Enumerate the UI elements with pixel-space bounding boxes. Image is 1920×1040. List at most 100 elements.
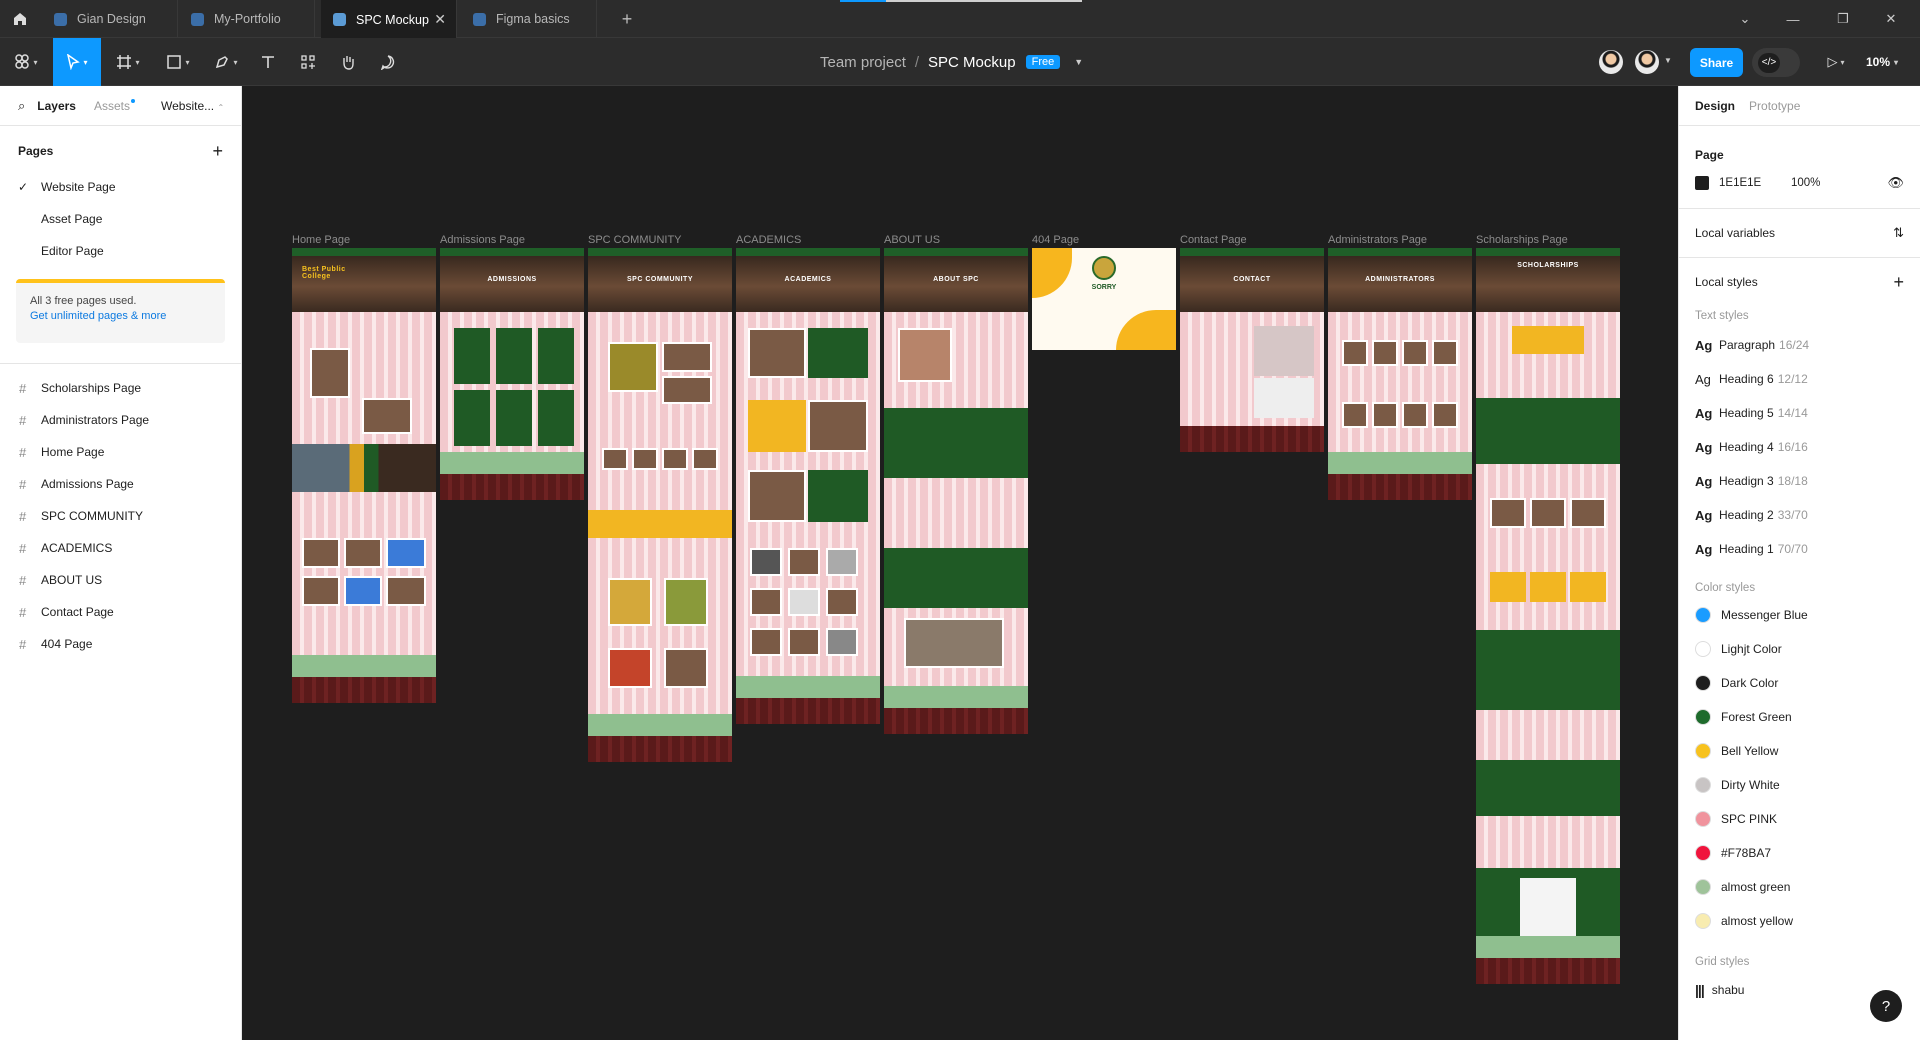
color-style-item[interactable]: Dark Color [1695,666,1904,700]
layer-admissions-page[interactable]: # Admissions Page [0,468,241,500]
frame-spc-community[interactable]: SPC COMMUNITY [588,248,732,762]
frame-administrators-page[interactable]: ADMINISTRATORS [1328,248,1472,500]
fill-hex[interactable]: 1E1E1E [1719,177,1791,189]
color-style-item[interactable]: Bell Yellow [1695,734,1904,768]
page-item-editor-page[interactable]: Editor Page [0,235,241,267]
layer-scholarships-page[interactable]: # Scholarships Page [0,372,241,404]
page-fill-row[interactable]: 1E1E1E 100% 👁 [1695,175,1904,191]
text-style-heading-6[interactable]: Ag Heading 6 12/12 [1695,362,1904,396]
file-name[interactable]: SPC Mockup [928,54,1016,71]
add-page-icon[interactable]: + [212,141,223,162]
text-style-preview: Ag [1695,541,1713,557]
color-style-item[interactable]: SPC PINK [1695,802,1904,836]
color-style-item[interactable]: almost yellow [1695,904,1904,938]
portrait-image [1432,402,1458,428]
frame-label-admissions-page[interactable]: Admissions Page [440,234,525,246]
color-style-item[interactable]: Forest Green [1695,700,1904,734]
tab-assets[interactable]: Assets [94,98,135,113]
share-button[interactable]: Share [1690,48,1743,77]
hand-tool-icon[interactable] [332,38,364,86]
color-style-item[interactable]: Messenger Blue [1695,598,1904,632]
tab-layers[interactable]: Layers [37,99,76,113]
frame-label-home-page[interactable]: Home Page [292,234,350,246]
avatar[interactable] [1599,50,1623,74]
frame-label-about-us[interactable]: ABOUT US [884,234,940,246]
frame-contact-page[interactable]: CONTACT [1180,248,1324,452]
close-icon[interactable]: ✕ [434,11,446,28]
comment-tool-icon[interactable] [372,38,404,86]
text-style-paragraph[interactable]: Ag Paragraph 16/24 [1695,328,1904,362]
search-icon[interactable]: ⌕ [18,98,25,114]
text-style-heading-4[interactable]: Ag Heading 4 16/16 [1695,430,1904,464]
canvas[interactable]: Home Page Best Public College Admissions… [242,86,1678,1040]
eye-icon[interactable]: 👁 [1887,175,1904,191]
page-item-asset-page[interactable]: Asset Page [0,203,241,235]
main-menu-icon[interactable]: ▾ [8,38,44,86]
zoom-level[interactable]: 10% ▾ [1866,38,1898,86]
upsell-link[interactable]: Get unlimited pages & more [30,310,211,322]
frame-academics[interactable]: ACADEMICS [736,248,880,724]
frame-admissions-page[interactable]: ADMISSIONS [440,248,584,500]
text-style-heading-3[interactable]: Ag Headign 3 18/18 [1695,464,1904,498]
sliders-icon[interactable]: ⇅ [1893,225,1904,241]
text-style-heading-5[interactable]: Ag Heading 5 14/14 [1695,396,1904,430]
frame-label-spc-community[interactable]: SPC COMMUNITY [588,234,682,246]
tab-my-portfolio[interactable]: My-Portfolio [179,0,315,38]
fill-swatch[interactable] [1695,176,1709,190]
window-close-icon[interactable]: ✕ [1868,0,1914,38]
color-style-name: almost green [1721,880,1791,894]
color-style-item[interactable]: Dirty White [1695,768,1904,802]
text-style-heading-2[interactable]: Ag Heading 2 33/70 [1695,498,1904,532]
dev-mode-toggle[interactable]: </> [1752,48,1800,77]
components-icon[interactable] [292,38,324,86]
text-style-heading-1[interactable]: Ag Heading 1 70/70 [1695,532,1904,566]
help-button[interactable]: ? [1870,990,1902,1022]
project-name[interactable]: Team project [820,54,906,71]
new-tab-plus-icon[interactable]: + [612,0,642,38]
text-tool-icon[interactable] [252,38,284,86]
frame-404-page[interactable]: SORRY [1032,248,1176,350]
frame-label-contact-page[interactable]: Contact Page [1180,234,1247,246]
present-play-icon[interactable]: ▷ ▾ [1818,38,1854,86]
move-tool-icon[interactable]: ▾ [53,38,101,86]
tab-design[interactable]: Design [1695,99,1735,113]
fill-opacity[interactable]: 100% [1791,177,1820,189]
tab-spc-mockup[interactable]: SPC Mockup ✕ [321,0,457,39]
tab-prototype[interactable]: Prototype [1749,99,1800,113]
page-item-website-page[interactable]: ✓ Website Page [0,171,241,203]
color-style-item[interactable]: almost green [1695,870,1904,904]
local-variables-row[interactable]: Local variables ⇅ [1679,209,1920,257]
chevron-down-icon[interactable]: ▼ [1664,56,1672,65]
pen-tool-icon[interactable]: ▾ [206,38,246,86]
page-selector[interactable]: Website... ⌃ [161,99,224,113]
restore-icon[interactable]: ❐ [1820,0,1866,38]
layer-administrators-page[interactable]: # Administrators Page [0,404,241,436]
color-style-item[interactable]: Lighjt Color [1695,632,1904,666]
layer-contact-page[interactable]: # Contact Page [0,596,241,628]
layer-404-page[interactable]: #404 Page [0,628,241,660]
frame-label-administrators-page[interactable]: Administrators Page [1328,234,1427,246]
color-style-item[interactable]: #F78BA7 [1695,836,1904,870]
layer-home-page[interactable]: # Home Page [0,436,241,468]
frame-home-page[interactable]: Best Public College [292,248,436,703]
frame-about-us[interactable]: ABOUT SPC [884,248,1028,734]
avatar[interactable] [1635,50,1659,74]
frame-label-404-page[interactable]: 404 Page [1032,234,1079,246]
layer-about-us[interactable]: # ABOUT US [0,564,241,596]
tab-figma-basics[interactable]: Figma basics [461,0,597,38]
minimize-icon[interactable]: — [1770,0,1816,38]
add-style-icon[interactable]: + [1893,272,1904,293]
chevron-down-icon[interactable]: ▼ [1074,57,1083,67]
frame-tool-icon[interactable]: ▾ [108,38,148,86]
frame-label-academics[interactable]: ACADEMICS [736,234,801,246]
tab-gian-design[interactable]: Gian Design [42,0,178,38]
file-title[interactable]: Team project / SPC Mockup Free ▼ [820,38,1083,86]
chevron-down-icon[interactable]: ⌄ [1722,0,1768,38]
image-card [750,588,782,616]
layer-academics[interactable]: # ACADEMICS [0,532,241,564]
frame-label-scholarships-page[interactable]: Scholarships Page [1476,234,1568,246]
frame-scholarships-page[interactable]: SCHOLARSHIPS [1476,248,1620,984]
home-icon[interactable] [0,0,40,38]
layer-spc-community[interactable]: # SPC COMMUNITY [0,500,241,532]
rectangle-tool-icon[interactable]: ▾ [158,38,198,86]
